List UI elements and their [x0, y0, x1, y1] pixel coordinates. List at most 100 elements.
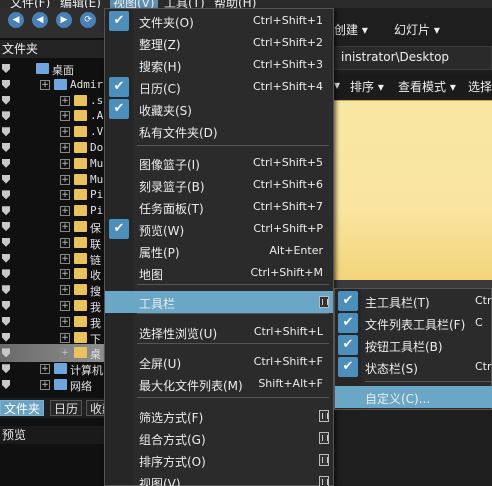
expand-icon[interactable]: + [60, 301, 70, 311]
view-menu-item[interactable]: 最大化文件列表(M) Shift+Alt+F [105, 373, 333, 395]
view-menu-item[interactable]: 组合方式(G) [105, 427, 333, 449]
back-circle-icon[interactable]: ◀ [32, 12, 48, 28]
checkmark-icon: ✔ [109, 99, 129, 119]
folder-icon [74, 126, 87, 138]
expand-icon[interactable]: + [60, 206, 70, 217]
folder-icon [74, 110, 87, 122]
submenu-item-shortcut: Ctrl [475, 360, 492, 373]
view-menu-item[interactable]: ✔ 日历(C) Ctrl+Shift+4 [105, 76, 333, 98]
pin-icon [2, 206, 10, 216]
view-dropdown-button[interactable]: ▾ [334, 78, 340, 92]
menu-item-label: 整理(Z) [139, 38, 181, 52]
expand-icon[interactable]: + [60, 316, 70, 327]
folder-icon [74, 157, 87, 169]
view-menu-item[interactable]: 私有文件夹(D) [105, 120, 333, 142]
expand-icon[interactable]: + [60, 269, 70, 280]
folder-icon [74, 252, 87, 264]
menu-file[interactable]: 文件(F) [10, 0, 50, 8]
submenu-item-label: 自定义(C)... [365, 392, 431, 406]
tab-folders[interactable]: 文件夹 [0, 400, 45, 416]
menu-item-shortcut: Ctrl+Shift+1 [252, 14, 323, 27]
menu-item-label: 工具栏 [139, 297, 176, 311]
checkmark-icon: ✔ [109, 219, 129, 239]
create-menu-button[interactable]: 创建 ▾ [334, 21, 368, 38]
view-menu-item[interactable]: ✔ 收藏夹(S) [105, 98, 333, 120]
menu-tools[interactable]: 工具(T) [164, 0, 205, 8]
menu-item-label: 选择性浏览(U) [139, 327, 218, 341]
menu-item-label: 全屏(U) [139, 357, 182, 371]
toolbar-submenu-item[interactable]: ✔ 按钮工具栏(B) [335, 334, 492, 356]
view-menu-item[interactable]: 刻录篮子(B) Ctrl+Shift+6 [105, 174, 333, 196]
submenu-arrow-icon [319, 410, 329, 422]
view-menu-item[interactable]: 筛选方式(F) [105, 405, 333, 427]
menu-help[interactable]: 帮助(H) [214, 0, 256, 8]
sort-button[interactable]: 排序 ▾ [350, 78, 384, 95]
menu-edit[interactable]: 编辑(E) [60, 0, 101, 8]
folder-icon [74, 94, 87, 106]
tree-item-label: Pi [90, 204, 104, 218]
menu-item-label: 文件夹(O) [139, 16, 194, 30]
submenu-item-label: 文件列表工具栏(F) [365, 318, 466, 332]
expand-icon[interactable]: + [60, 111, 70, 122]
tab-calendar[interactable]: 日历 [50, 400, 83, 416]
select-button[interactable]: 选择 [468, 78, 492, 95]
toolbar-submenu-item[interactable]: ✔ 状态栏(S) Ctrl [335, 356, 492, 378]
expand-icon[interactable]: + [60, 348, 70, 359]
address-bar[interactable]: inistrator\Desktop [330, 46, 492, 70]
expand-icon[interactable]: + [40, 380, 50, 390]
expand-icon[interactable]: + [60, 174, 70, 185]
expand-icon[interactable]: + [60, 158, 70, 169]
menu-item-label: 视图(V) [139, 477, 181, 486]
view-menu-item[interactable]: ✔ 预览(W) Ctrl+Shift+P [105, 218, 333, 240]
toolbar-submenu-item[interactable]: ✔ 主工具栏(T) Ctrl [335, 290, 492, 312]
menu-item-label: 排序方式(O) [139, 455, 206, 469]
folder-icon [36, 63, 49, 74]
pin-icon [2, 348, 10, 358]
folder-icon [74, 268, 87, 280]
pin-icon [2, 79, 10, 89]
view-menu-item[interactable]: 属性(P) Alt+Enter [105, 240, 333, 262]
toolbar-submenu-item[interactable]: ✔ 文件列表工具栏(F) C [335, 312, 492, 334]
tree-item-label: .A [90, 109, 104, 123]
toolbar-submenu: ✔ 主工具栏(T) Ctrl ✔ 文件列表工具栏(F) C ✔ 按钮工具栏(B) ✔ 状态栏(S)… [334, 288, 492, 410]
expand-icon[interactable]: + [60, 332, 70, 343]
folder-icon [74, 300, 87, 311]
expand-icon[interactable]: + [40, 364, 50, 375]
menu-item-label: 图像篮子(I) [139, 158, 200, 172]
view-menu-item[interactable]: 全屏(U) Ctrl+Shift+F [105, 351, 333, 373]
folder-icon [54, 78, 67, 90]
expand-icon[interactable]: + [60, 190, 70, 201]
view-menu-item[interactable]: 地图 Ctrl+Shift+M [105, 262, 333, 284]
menu-item-shortcut: Ctrl+Shift+6 [252, 178, 323, 191]
view-menu-item[interactable]: 任务面板(T) Ctrl+Shift+7 [105, 196, 333, 218]
pin-icon [2, 269, 10, 279]
menu-separator [137, 313, 329, 314]
expand-icon[interactable]: + [60, 127, 70, 138]
expand-icon[interactable]: + [40, 79, 50, 90]
file-list-area[interactable] [330, 100, 492, 280]
menu-separator [137, 284, 329, 285]
expand-icon[interactable]: + [60, 285, 70, 296]
view-menu-item[interactable]: 视图(V) [105, 471, 333, 486]
expand-icon[interactable]: + [60, 143, 70, 153]
slideshow-menu-button[interactable]: 幻灯片 ▾ [394, 21, 440, 38]
expand-icon[interactable]: + [60, 237, 70, 248]
menu-view[interactable]: 视图(V) [110, 0, 158, 8]
toolbar-submenu-item[interactable]: 自定义(C)... [335, 386, 492, 408]
expand-icon[interactable]: + [60, 95, 70, 106]
view-menu-item[interactable]: 工具栏 [105, 291, 333, 313]
view-menu-item[interactable]: 选择性浏览(U) Ctrl+Shift+L [105, 321, 333, 343]
view-menu-item[interactable]: 排序方式(O) [105, 449, 333, 471]
view-menu-item[interactable]: 搜索(H) Ctrl+Shift+3 [105, 54, 333, 76]
back-icon[interactable]: ◀ [8, 12, 24, 28]
forward-icon[interactable]: ▶ [56, 12, 72, 28]
view-menu-item[interactable]: ✔ 文件夹(O) Ctrl+Shift+1 [105, 10, 333, 32]
folder-icon [74, 236, 87, 248]
view-menu-item[interactable]: 整理(Z) Ctrl+Shift+2 [105, 32, 333, 54]
view-toolbar: ▾ 排序 ▾ 查看模式 ▾ 选择 [330, 74, 492, 98]
refresh-icon[interactable]: ⟳ [80, 12, 96, 28]
view-mode-button[interactable]: 查看模式 ▾ [398, 78, 456, 95]
expand-icon[interactable]: + [60, 222, 70, 232]
view-menu-item[interactable]: 图像篮子(I) Ctrl+Shift+5 [105, 152, 333, 174]
expand-icon[interactable]: + [60, 253, 70, 264]
